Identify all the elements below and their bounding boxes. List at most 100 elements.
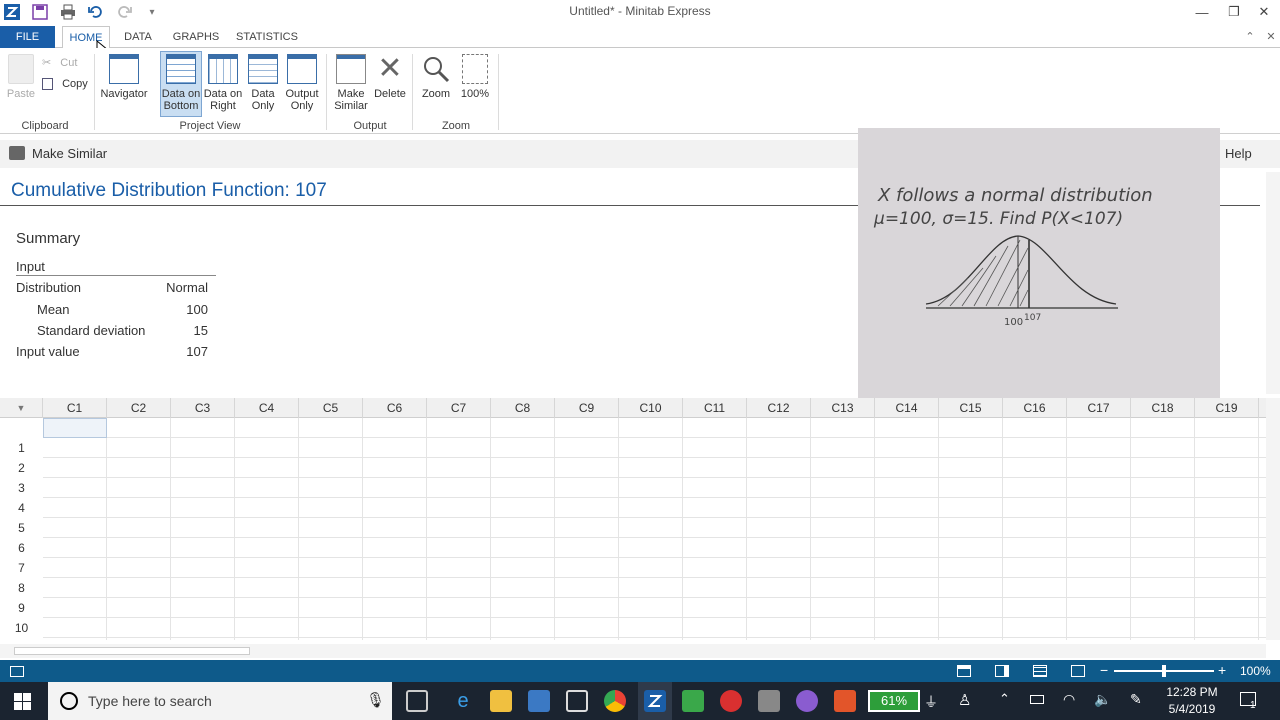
- column-header-c4[interactable]: C4: [235, 398, 299, 418]
- grid-column-line: [1194, 418, 1195, 640]
- battery-tray-icon[interactable]: [1030, 695, 1044, 704]
- column-header-c12[interactable]: C12: [747, 398, 811, 418]
- chrome-icon[interactable]: [604, 690, 626, 712]
- battery-indicator[interactable]: 61%: [868, 690, 920, 712]
- clipboard-group-label: Clipboard: [21, 120, 69, 132]
- column-header-c2[interactable]: C2: [107, 398, 171, 418]
- zoom-slider[interactable]: [1114, 665, 1214, 677]
- clock-time[interactable]: 12:28 PM: [1160, 685, 1224, 699]
- row-header-10[interactable]: 10: [0, 618, 43, 638]
- column-header-c5[interactable]: C5: [299, 398, 363, 418]
- worksheet: ▼ C1 C2 C3 C4 C5 C6 C7 C8 C9 C10 C11 C12 C13 C14 C15 C1…: [0, 398, 1280, 660]
- zoom-in-button[interactable]: +: [1218, 662, 1226, 678]
- row-header-3[interactable]: 3: [0, 478, 43, 498]
- people-icon[interactable]: ♙: [958, 691, 971, 709]
- file-explorer-icon[interactable]: [490, 690, 512, 712]
- column-header-c8[interactable]: C8: [491, 398, 555, 418]
- grid-column-line: [106, 418, 107, 640]
- collapse-ribbon-icon[interactable]: ⌃: [1240, 26, 1260, 48]
- microphone-icon[interactable]: 🎙: [366, 691, 385, 709]
- select-all-corner[interactable]: ▼: [0, 398, 43, 418]
- grid-row-line: [43, 557, 1266, 558]
- view-right-icon[interactable]: [995, 665, 1009, 677]
- camtasia-icon[interactable]: [682, 690, 704, 712]
- app-red-icon[interactable]: [720, 690, 742, 712]
- cortana-icon: [60, 692, 78, 710]
- calculator-icon[interactable]: [758, 690, 780, 712]
- column-header-c11[interactable]: C11: [683, 398, 747, 418]
- zoom-button[interactable]: Zoom: [418, 52, 454, 116]
- make-similar-link[interactable]: Make Similar: [32, 146, 107, 161]
- make-similar-button[interactable]: Make Similar: [330, 52, 372, 116]
- column-header-c7[interactable]: C7: [427, 398, 491, 418]
- data-only-button[interactable]: Data Only: [244, 52, 282, 116]
- output-scrollbar[interactable]: [1266, 172, 1280, 394]
- snagit-icon[interactable]: [834, 690, 856, 712]
- column-header-c14[interactable]: C14: [875, 398, 939, 418]
- tab-data[interactable]: DATA: [118, 26, 158, 48]
- minitab-task-icon[interactable]: [644, 690, 666, 712]
- row-header-7[interactable]: 7: [0, 558, 43, 578]
- view-output-icon[interactable]: [1071, 665, 1085, 677]
- grid-row-line: [43, 577, 1266, 578]
- horizontal-scroll-thumb[interactable]: [14, 647, 250, 655]
- column-header-c19[interactable]: C19: [1195, 398, 1259, 418]
- close-button[interactable]: ✕: [1248, 0, 1280, 24]
- row-header-4[interactable]: 4: [0, 498, 43, 518]
- zoom-100-button[interactable]: 100%: [456, 52, 494, 116]
- ribbon-close-icon[interactable]: ✕: [1262, 26, 1280, 48]
- tab-statistics[interactable]: STATISTICS: [232, 26, 302, 48]
- column-header-c13[interactable]: C13: [811, 398, 875, 418]
- zoom-slider-thumb[interactable]: [1162, 665, 1166, 677]
- delete-button[interactable]: ✕ Delete: [372, 52, 408, 116]
- cut-button[interactable]: ✂ Cut: [42, 56, 77, 70]
- tray-chevron-icon[interactable]: ⌃: [999, 691, 1010, 707]
- navigator-button[interactable]: Navigator: [98, 52, 150, 116]
- column-header-c15[interactable]: C15: [939, 398, 1003, 418]
- mail-icon[interactable]: [566, 690, 588, 712]
- pen-icon[interactable]: ✎: [1130, 691, 1142, 708]
- column-header-c18[interactable]: C18: [1131, 398, 1195, 418]
- help-link[interactable]: Help: [1225, 146, 1252, 161]
- row-header-2[interactable]: 2: [0, 458, 43, 478]
- taskbar-search-box[interactable]: Type here to search 🎙: [48, 682, 392, 720]
- minimize-button[interactable]: —: [1186, 0, 1218, 24]
- sheet-vertical-scrollbar[interactable]: [1266, 398, 1280, 640]
- store-icon[interactable]: [528, 690, 550, 712]
- copy-button[interactable]: Copy: [42, 78, 88, 92]
- column-header-c1[interactable]: C1: [43, 398, 107, 418]
- row-header-5[interactable]: 5: [0, 518, 43, 538]
- clock-date[interactable]: 5/4/2019: [1160, 702, 1224, 716]
- data-on-right-button[interactable]: Data on Right: [202, 52, 244, 116]
- column-header-c10[interactable]: C10: [619, 398, 683, 418]
- view-data-icon[interactable]: [1033, 665, 1047, 677]
- tab-graphs[interactable]: GRAPHS: [168, 26, 224, 48]
- restore-button[interactable]: ❐: [1218, 0, 1250, 24]
- column-header-c17[interactable]: C17: [1067, 398, 1131, 418]
- column-header-c3[interactable]: C3: [171, 398, 235, 418]
- row-header-9[interactable]: 9: [0, 598, 43, 618]
- app-purple-icon[interactable]: [796, 690, 818, 712]
- row-header-6[interactable]: 6: [0, 538, 43, 558]
- volume-icon[interactable]: 🔈: [1094, 691, 1111, 708]
- active-cell[interactable]: [43, 418, 107, 438]
- windows-start-icon[interactable]: [14, 693, 31, 710]
- paste-button[interactable]: Paste: [4, 52, 38, 116]
- tab-file[interactable]: FILE: [0, 26, 55, 48]
- row-header-8[interactable]: 8: [0, 578, 43, 598]
- sheet-horizontal-scrollbar[interactable]: [0, 644, 1266, 658]
- column-header-c16[interactable]: C16: [1003, 398, 1067, 418]
- column-header-c6[interactable]: C6: [363, 398, 427, 418]
- zoom-out-button[interactable]: −: [1100, 662, 1108, 678]
- panel-toggle-icon[interactable]: [10, 666, 24, 677]
- data-on-bottom-button[interactable]: Data on Bottom: [160, 51, 202, 117]
- zoom-100-label: 100%: [460, 88, 490, 100]
- column-header-c9[interactable]: C9: [555, 398, 619, 418]
- task-view-icon[interactable]: [406, 690, 428, 712]
- output-only-button[interactable]: Output Only: [282, 52, 322, 116]
- delete-label: Delete: [374, 88, 406, 100]
- edge-icon[interactable]: e: [452, 690, 474, 712]
- row-header-1[interactable]: 1: [0, 438, 43, 458]
- view-bottom-icon[interactable]: [957, 665, 971, 677]
- wifi-icon[interactable]: ◠: [1063, 691, 1075, 708]
